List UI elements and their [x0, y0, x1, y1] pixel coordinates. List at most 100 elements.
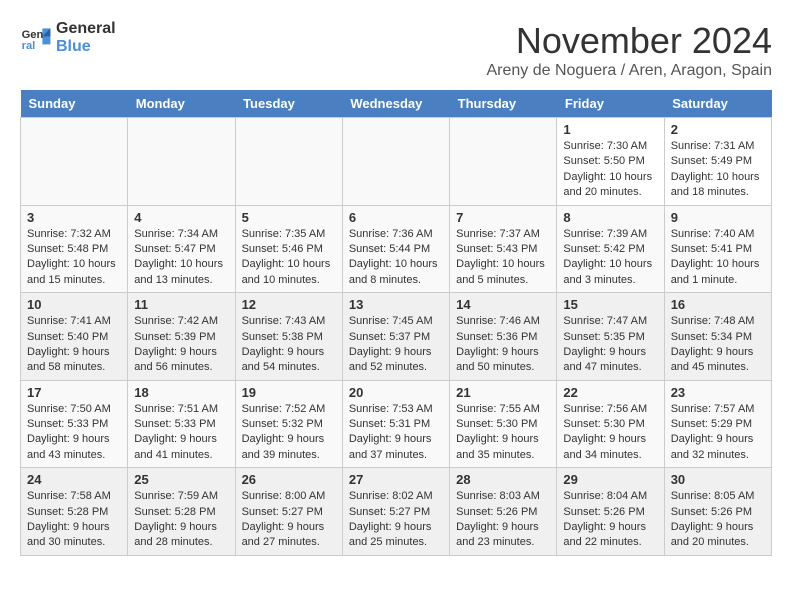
day-number: 22	[563, 385, 657, 400]
month-title: November 2024	[486, 20, 772, 62]
day-info: Sunrise: 8:04 AM Sunset: 5:26 PM Dayligh…	[563, 489, 657, 551]
calendar-header: SundayMondayTuesdayWednesdayThursdayFrid…	[21, 90, 772, 118]
day-number: 10	[27, 297, 121, 312]
day-info: Sunrise: 7:32 AM Sunset: 5:48 PM Dayligh…	[27, 227, 121, 289]
day-number: 15	[563, 297, 657, 312]
calendar-cell: 16 Sunrise: 7:48 AM Sunset: 5:34 PM Dayli…	[664, 293, 771, 381]
day-info: Sunrise: 7:50 AM Sunset: 5:33 PM Dayligh…	[27, 402, 121, 464]
weekday-header-tuesday: Tuesday	[235, 90, 342, 118]
day-number: 13	[349, 297, 443, 312]
day-info: Sunrise: 7:52 AM Sunset: 5:32 PM Dayligh…	[242, 402, 336, 464]
day-info: Sunrise: 7:30 AM Sunset: 5:50 PM Dayligh…	[563, 139, 657, 201]
svg-text:ral: ral	[22, 40, 36, 52]
day-number: 23	[671, 385, 765, 400]
weekday-header-wednesday: Wednesday	[342, 90, 449, 118]
day-number: 3	[27, 210, 121, 225]
day-number: 26	[242, 472, 336, 487]
day-info: Sunrise: 7:47 AM Sunset: 5:35 PM Dayligh…	[563, 314, 657, 376]
calendar-cell: 5Sunrise: 7:35 AM Sunset: 5:46 PM Daylig…	[235, 205, 342, 293]
weekday-header-sunday: Sunday	[21, 90, 128, 118]
day-info: Sunrise: 8:05 AM Sunset: 5:26 PM Dayligh…	[671, 489, 765, 551]
calendar-cell: 11 Sunrise: 7:42 AM Sunset: 5:39 PM Dayli…	[128, 293, 235, 381]
day-number: 11	[134, 297, 228, 312]
calendar-cell	[450, 118, 557, 206]
calendar-cell: 25 Sunrise: 7:59 AM Sunset: 5:28 PM Dayli…	[128, 468, 235, 556]
day-info: Sunrise: 7:45 AM Sunset: 5:37 PM Dayligh…	[349, 314, 443, 376]
day-info: Sunrise: 8:00 AM Sunset: 5:27 PM Dayligh…	[242, 489, 336, 551]
calendar-cell: 2Sunrise: 7:31 AM Sunset: 5:49 PM Daylig…	[664, 118, 771, 206]
day-info: Sunrise: 7:46 AM Sunset: 5:36 PM Dayligh…	[456, 314, 550, 376]
day-info: Sunrise: 7:43 AM Sunset: 5:38 PM Dayligh…	[242, 314, 336, 376]
day-number: 25	[134, 472, 228, 487]
logo-icon: Gene ral	[20, 22, 52, 54]
day-info: Sunrise: 7:40 AM Sunset: 5:41 PM Dayligh…	[671, 227, 765, 289]
calendar-cell	[342, 118, 449, 206]
location-title: Areny de Noguera / Aren, Aragon, Spain	[486, 62, 772, 80]
calendar-cell: 24 Sunrise: 7:58 AM Sunset: 5:28 PM Dayli…	[21, 468, 128, 556]
calendar-cell: 4 Sunrise: 7:34 AM Sunset: 5:47 PM Daylig…	[128, 205, 235, 293]
day-number: 14	[456, 297, 550, 312]
calendar-cell: 13 Sunrise: 7:45 AM Sunset: 5:37 PM Dayli…	[342, 293, 449, 381]
day-number: 21	[456, 385, 550, 400]
calendar-cell: 18Sunrise: 7:51 AM Sunset: 5:33 PM Dayli…	[128, 380, 235, 468]
day-number: 24	[27, 472, 121, 487]
day-info: Sunrise: 7:39 AM Sunset: 5:42 PM Dayligh…	[563, 227, 657, 289]
day-number: 17	[27, 385, 121, 400]
logo-text-line2: Blue	[56, 38, 116, 56]
day-number: 2	[671, 122, 765, 137]
calendar-cell: 14 Sunrise: 7:46 AM Sunset: 5:36 PM Dayli…	[450, 293, 557, 381]
calendar-cell: 29 Sunrise: 8:04 AM Sunset: 5:26 PM Dayli…	[557, 468, 664, 556]
page-header: Gene ral General Blue November 2024 Aren…	[20, 20, 772, 80]
day-number: 27	[349, 472, 443, 487]
day-number: 29	[563, 472, 657, 487]
day-info: Sunrise: 7:57 AM Sunset: 5:29 PM Dayligh…	[671, 402, 765, 464]
weekday-header-friday: Friday	[557, 90, 664, 118]
day-info: Sunrise: 7:48 AM Sunset: 5:34 PM Dayligh…	[671, 314, 765, 376]
day-number: 18	[134, 385, 228, 400]
day-info: Sunrise: 7:59 AM Sunset: 5:28 PM Dayligh…	[134, 489, 228, 551]
calendar-cell: 21 Sunrise: 7:55 AM Sunset: 5:30 PM Dayli…	[450, 380, 557, 468]
day-number: 8	[563, 210, 657, 225]
calendar-cell: 20 Sunrise: 7:53 AM Sunset: 5:31 PM Dayli…	[342, 380, 449, 468]
calendar-cell: 17 Sunrise: 7:50 AM Sunset: 5:33 PM Dayli…	[21, 380, 128, 468]
day-info: Sunrise: 7:58 AM Sunset: 5:28 PM Dayligh…	[27, 489, 121, 551]
day-info: Sunrise: 7:55 AM Sunset: 5:30 PM Dayligh…	[456, 402, 550, 464]
calendar-cell: 7 Sunrise: 7:37 AM Sunset: 5:43 PM Daylig…	[450, 205, 557, 293]
calendar-cell: 26 Sunrise: 8:00 AM Sunset: 5:27 PM Dayli…	[235, 468, 342, 556]
day-number: 12	[242, 297, 336, 312]
calendar-cell	[128, 118, 235, 206]
day-info: Sunrise: 7:42 AM Sunset: 5:39 PM Dayligh…	[134, 314, 228, 376]
calendar-cell: 15 Sunrise: 7:47 AM Sunset: 5:35 PM Dayli…	[557, 293, 664, 381]
calendar-cell: 3 Sunrise: 7:32 AM Sunset: 5:48 PM Daylig…	[21, 205, 128, 293]
calendar-cell	[235, 118, 342, 206]
calendar-cell: 9 Sunrise: 7:40 AM Sunset: 5:41 PM Daylig…	[664, 205, 771, 293]
day-number: 4	[134, 210, 228, 225]
day-info: Sunrise: 8:03 AM Sunset: 5:26 PM Dayligh…	[456, 489, 550, 551]
day-info: Sunrise: 7:35 AM Sunset: 5:46 PM Dayligh…	[242, 227, 336, 289]
day-info: Sunrise: 7:53 AM Sunset: 5:31 PM Dayligh…	[349, 402, 443, 464]
calendar-cell: 6 Sunrise: 7:36 AM Sunset: 5:44 PM Daylig…	[342, 205, 449, 293]
day-number: 9	[671, 210, 765, 225]
day-number: 30	[671, 472, 765, 487]
calendar-cell: 23 Sunrise: 7:57 AM Sunset: 5:29 PM Dayli…	[664, 380, 771, 468]
calendar-cell	[21, 118, 128, 206]
calendar-cell: 22Sunrise: 7:56 AM Sunset: 5:30 PM Dayli…	[557, 380, 664, 468]
calendar-cell: 27Sunrise: 8:02 AM Sunset: 5:27 PM Dayli…	[342, 468, 449, 556]
weekday-header-saturday: Saturday	[664, 90, 771, 118]
calendar-cell: 12 Sunrise: 7:43 AM Sunset: 5:38 PM Dayli…	[235, 293, 342, 381]
weekday-header-thursday: Thursday	[450, 90, 557, 118]
day-number: 16	[671, 297, 765, 312]
day-number: 20	[349, 385, 443, 400]
day-number: 19	[242, 385, 336, 400]
day-number: 6	[349, 210, 443, 225]
weekday-header-monday: Monday	[128, 90, 235, 118]
day-number: 7	[456, 210, 550, 225]
day-number: 1	[563, 122, 657, 137]
logo: Gene ral General Blue	[20, 20, 116, 56]
day-info: Sunrise: 7:34 AM Sunset: 5:47 PM Dayligh…	[134, 227, 228, 289]
calendar-table: SundayMondayTuesdayWednesdayThursdayFrid…	[20, 90, 772, 556]
day-info: Sunrise: 7:36 AM Sunset: 5:44 PM Dayligh…	[349, 227, 443, 289]
calendar-cell: 30 Sunrise: 8:05 AM Sunset: 5:26 PM Dayli…	[664, 468, 771, 556]
calendar-cell: 28Sunrise: 8:03 AM Sunset: 5:26 PM Dayli…	[450, 468, 557, 556]
day-info: Sunrise: 7:37 AM Sunset: 5:43 PM Dayligh…	[456, 227, 550, 289]
